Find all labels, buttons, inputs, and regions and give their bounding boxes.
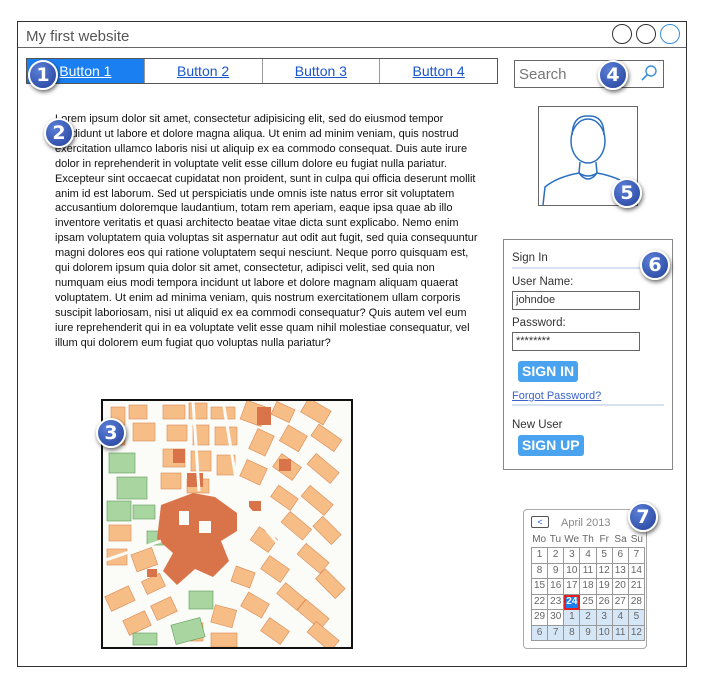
calendar-day[interactable]: 3 <box>564 548 581 564</box>
calendar-day[interactable]: 9 <box>580 625 597 641</box>
calendar-day[interactable]: 29 <box>532 610 549 626</box>
calendar-prev-button[interactable]: < <box>531 516 549 528</box>
calendar-day[interactable]: 7 <box>628 548 645 564</box>
calendar-day[interactable]: 30 <box>548 610 565 626</box>
calendar: < April 2013 Mo Tu We Th Fr Sa Su 123456… <box>523 509 647 649</box>
calendar-day[interactable]: 22 <box>532 594 549 610</box>
password-field[interactable]: ******** <box>512 332 640 351</box>
annotation-badge-2: 2 <box>44 118 74 148</box>
maximize-button[interactable] <box>636 24 656 44</box>
calendar-weekdays: Mo Tu We Th Fr Sa Su <box>531 534 645 545</box>
calendar-day[interactable]: 11 <box>612 625 629 641</box>
annotation-badge-3: 3 <box>96 418 126 448</box>
calendar-day[interactable]: 16 <box>548 579 565 595</box>
calendar-day[interactable]: 18 <box>580 579 597 595</box>
calendar-day[interactable]: 6 <box>532 625 549 641</box>
weekday-label: Su <box>630 534 643 545</box>
calendar-grid: 1 2 3 4 5 6 7 8 9 10 11 12 13 14 15 16 17 18 19 20 21 22 23 24 2… <box>531 547 645 641</box>
username-field[interactable]: johndoe <box>512 291 640 310</box>
annotation-badge-4: 4 <box>598 60 628 90</box>
calendar-day[interactable]: 4 <box>612 610 629 626</box>
calendar-day[interactable]: 12 <box>596 563 613 579</box>
calendar-day[interactable]: 19 <box>596 579 613 595</box>
weekday-label: Fr <box>599 534 609 545</box>
calendar-day[interactable]: 26 <box>596 594 613 610</box>
calendar-day[interactable]: 1 <box>564 610 581 626</box>
calendar-day[interactable]: 3 <box>596 610 613 626</box>
calendar-day[interactable]: 17 <box>564 579 581 595</box>
signup-divider <box>512 404 664 406</box>
signin-heading: Sign In <box>512 252 548 264</box>
calendar-day[interactable]: 8 <box>532 563 549 579</box>
calendar-day[interactable]: 1 <box>532 548 549 564</box>
calendar-day[interactable]: 23 <box>548 594 565 610</box>
calendar-day[interactable]: 7 <box>548 625 565 641</box>
weekday-label: We <box>564 534 580 545</box>
calendar-day[interactable]: 27 <box>612 594 629 610</box>
weekday-label: Sa <box>614 534 627 545</box>
calendar-day[interactable]: 21 <box>628 579 645 595</box>
browser-window: My first website Button 1 Button 2 Butto… <box>17 21 687 667</box>
calendar-day[interactable]: 13 <box>612 563 629 579</box>
calendar-day[interactable]: 20 <box>612 579 629 595</box>
calendar-day[interactable]: 5 <box>628 610 645 626</box>
calendar-day[interactable]: 9 <box>548 563 565 579</box>
city-map-graphic <box>103 401 351 647</box>
signup-button[interactable]: SIGN UP <box>518 435 584 456</box>
calendar-day[interactable]: 5 <box>596 548 613 564</box>
calendar-day[interactable]: 28 <box>628 594 645 610</box>
search-input[interactable]: Search <box>519 66 567 83</box>
title-bar: My first website <box>18 22 686 48</box>
calendar-day[interactable]: 8 <box>564 625 581 641</box>
calendar-day[interactable]: 11 <box>580 563 597 579</box>
annotation-badge-7: 7 <box>628 502 658 532</box>
calendar-day[interactable]: 14 <box>628 563 645 579</box>
password-label: Password: <box>512 317 566 329</box>
forgot-password-link[interactable]: Forgot Password? <box>512 390 601 402</box>
annotation-badge-5: 5 <box>612 178 642 208</box>
calendar-day[interactable]: 25 <box>580 594 597 610</box>
search-box[interactable]: Search <box>514 60 664 88</box>
calendar-day[interactable]: 10 <box>564 563 581 579</box>
username-label: User Name: <box>512 276 574 288</box>
close-button[interactable] <box>660 24 680 44</box>
new-user-label: New User <box>512 419 563 431</box>
body-text: Lorem ipsum dolor sit amet, consectetur … <box>55 113 478 349</box>
calendar-day[interactable]: 10 <box>596 625 613 641</box>
calendar-month-label: April 2013 <box>561 517 611 529</box>
annotation-badge-6: 6 <box>640 250 670 280</box>
calendar-day[interactable]: 4 <box>580 548 597 564</box>
nav-button-3[interactable]: Button 3 <box>263 59 381 83</box>
nav-bar: Button 1 Button 2 Button 3 Button 4 <box>26 58 498 84</box>
calendar-day[interactable]: 15 <box>532 579 549 595</box>
weekday-label: Th <box>582 534 594 545</box>
map-image <box>101 399 353 649</box>
nav-button-4[interactable]: Button 4 <box>380 59 497 83</box>
minimize-button[interactable] <box>612 24 632 44</box>
search-icon[interactable] <box>639 64 659 84</box>
calendar-day[interactable]: 2 <box>548 548 565 564</box>
weekday-label: Mo <box>532 534 547 545</box>
nav-button-2[interactable]: Button 2 <box>145 59 263 83</box>
signin-button[interactable]: SIGN IN <box>518 361 579 382</box>
calendar-day[interactable]: 6 <box>612 548 629 564</box>
window-title: My first website <box>26 28 130 45</box>
weekday-label: Tu <box>549 534 562 545</box>
annotation-badge-1: 1 <box>28 60 58 90</box>
calendar-day[interactable]: 2 <box>580 610 597 626</box>
calendar-day[interactable]: 24 <box>564 594 581 610</box>
calendar-day[interactable]: 12 <box>628 625 645 641</box>
